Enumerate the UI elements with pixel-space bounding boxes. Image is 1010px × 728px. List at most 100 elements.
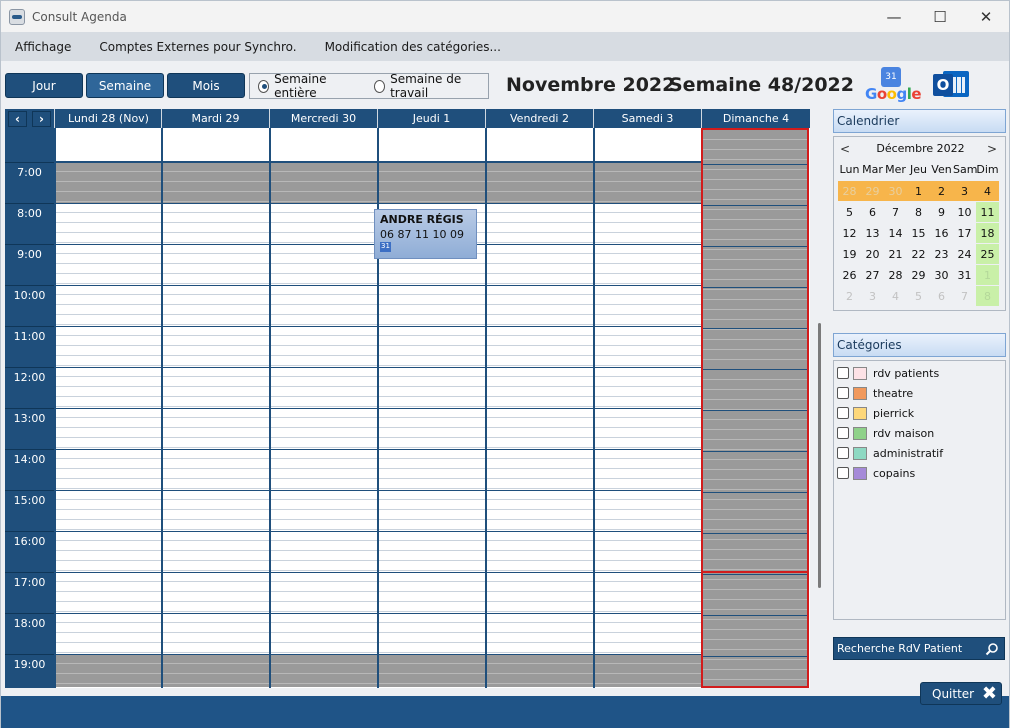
mini-cal-day[interactable]: 16 [930, 223, 953, 243]
hour-slot[interactable] [487, 654, 593, 687]
hour-slot[interactable] [56, 654, 162, 687]
all-day-slot[interactable] [379, 128, 485, 162]
hour-slot[interactable] [271, 367, 377, 408]
hour-slot[interactable] [163, 326, 269, 367]
hour-slot[interactable] [595, 572, 701, 613]
day-header-3[interactable]: Jeudi 1 [377, 109, 485, 128]
mini-cal-day[interactable]: 2 [930, 181, 953, 201]
all-day-slot[interactable] [163, 128, 269, 162]
hour-slot[interactable] [271, 490, 377, 531]
hour-slot[interactable] [271, 162, 377, 203]
category-item[interactable]: rdv patients [837, 365, 939, 381]
hour-slot[interactable] [56, 162, 162, 203]
hour-slot[interactable] [487, 326, 593, 367]
hour-slot[interactable] [595, 531, 701, 572]
hour-slot[interactable] [163, 162, 269, 203]
week-grid[interactable]: 7:00 8:00 9:00 10:00 11:00 12:00 13:00 14:00 15:… [5, 109, 810, 688]
mini-cal-day[interactable]: 10 [953, 202, 976, 222]
mini-cal-day[interactable]: 31 [953, 265, 976, 285]
hour-slot[interactable] [379, 162, 485, 203]
hour-slot[interactable] [271, 326, 377, 367]
mini-cal-day[interactable]: 7 [953, 286, 976, 306]
day-column[interactable] [485, 128, 593, 688]
category-item[interactable]: copains [837, 465, 915, 481]
menu-item-modification-categories[interactable]: Modification des catégories... [311, 40, 515, 54]
appointment-card[interactable]: ANDRE RÉGIS 06 87 11 10 09 31 [374, 209, 477, 259]
view-day-button[interactable]: Jour [5, 73, 83, 98]
hour-slot[interactable] [163, 244, 269, 285]
hour-slot[interactable] [595, 654, 701, 687]
hour-slot[interactable] [595, 244, 701, 285]
hour-slot[interactable] [271, 244, 377, 285]
hour-slot[interactable] [56, 244, 162, 285]
hour-slot[interactable] [163, 367, 269, 408]
hour-slot[interactable] [271, 531, 377, 572]
hour-slot[interactable] [487, 367, 593, 408]
mini-cal-day[interactable]: 29 [861, 181, 884, 201]
category-checkbox[interactable] [837, 447, 849, 459]
mini-cal-day[interactable]: 2 [838, 286, 861, 306]
search-rdv-button[interactable]: Recherche RdV Patient [833, 637, 1005, 660]
hour-slot[interactable] [379, 490, 485, 531]
hour-slot[interactable] [56, 326, 162, 367]
google-calendar-sync-icon[interactable]: 31 Google [865, 65, 922, 105]
mini-cal-day[interactable]: 17 [953, 223, 976, 243]
hour-slot[interactable] [379, 654, 485, 687]
category-checkbox[interactable] [837, 407, 849, 419]
hour-slot[interactable] [163, 490, 269, 531]
all-day-slot[interactable] [56, 128, 162, 162]
hour-slot[interactable] [271, 572, 377, 613]
hour-slot[interactable] [271, 654, 377, 687]
menu-item-affichage[interactable]: Affichage [1, 40, 85, 54]
hour-slot[interactable] [271, 203, 377, 244]
hour-slot[interactable] [379, 408, 485, 449]
hour-slot[interactable] [56, 572, 162, 613]
mini-cal-day[interactable]: 8 [976, 286, 999, 306]
hour-slot[interactable] [595, 285, 701, 326]
hour-slot[interactable] [271, 613, 377, 654]
radio-work-week-indicator[interactable] [373, 79, 386, 93]
radio-work-week-label[interactable]: Semaine de travail [390, 72, 484, 100]
radio-work-week[interactable]: Semaine de travail [373, 72, 484, 100]
hour-slot[interactable] [487, 408, 593, 449]
radio-full-week-label[interactable]: Semaine entière [274, 72, 356, 100]
hour-slot[interactable] [271, 408, 377, 449]
hour-slot[interactable] [487, 244, 593, 285]
day-column-sunday[interactable] [701, 128, 809, 688]
hour-slot[interactable] [56, 490, 162, 531]
category-item[interactable]: rdv maison [837, 425, 934, 441]
all-day-slot[interactable] [271, 128, 377, 162]
day-header-1[interactable]: Mardi 29 [161, 109, 269, 128]
hour-slot[interactable] [487, 449, 593, 490]
mini-cal-day[interactable]: 30 [884, 181, 907, 201]
mini-cal-day[interactable]: 27 [861, 265, 884, 285]
hour-slot[interactable] [56, 285, 162, 326]
mini-cal-day[interactable]: 26 [838, 265, 861, 285]
hour-slot[interactable] [487, 490, 593, 531]
radio-full-week[interactable]: Semaine entière [258, 72, 356, 100]
hour-slot[interactable] [487, 572, 593, 613]
category-checkbox[interactable] [837, 427, 849, 439]
day-column[interactable] [269, 128, 377, 688]
close-icon[interactable]: ✕ [963, 1, 1009, 32]
hour-slot[interactable] [56, 531, 162, 572]
hour-slot[interactable] [379, 285, 485, 326]
day-header-2[interactable]: Mercredi 30 [269, 109, 377, 128]
hour-slot[interactable] [595, 408, 701, 449]
day-header-6[interactable]: Dimanche 4 [701, 109, 810, 128]
hour-slot[interactable] [487, 162, 593, 203]
hour-slot[interactable] [595, 326, 701, 367]
hour-slot[interactable] [379, 531, 485, 572]
hour-slot[interactable] [163, 449, 269, 490]
mini-cal-day[interactable]: 8 [907, 202, 930, 222]
hour-slot[interactable] [163, 613, 269, 654]
hour-slot[interactable] [56, 449, 162, 490]
mini-cal-day[interactable]: 28 [884, 265, 907, 285]
hour-slot[interactable] [379, 613, 485, 654]
quit-button[interactable]: Quitter ✖ [920, 682, 1002, 705]
mini-cal-day[interactable]: 5 [838, 202, 861, 222]
hour-slot[interactable] [56, 408, 162, 449]
hour-slot[interactable] [163, 572, 269, 613]
view-month-button[interactable]: Mois [167, 73, 245, 98]
day-column[interactable] [593, 128, 701, 688]
